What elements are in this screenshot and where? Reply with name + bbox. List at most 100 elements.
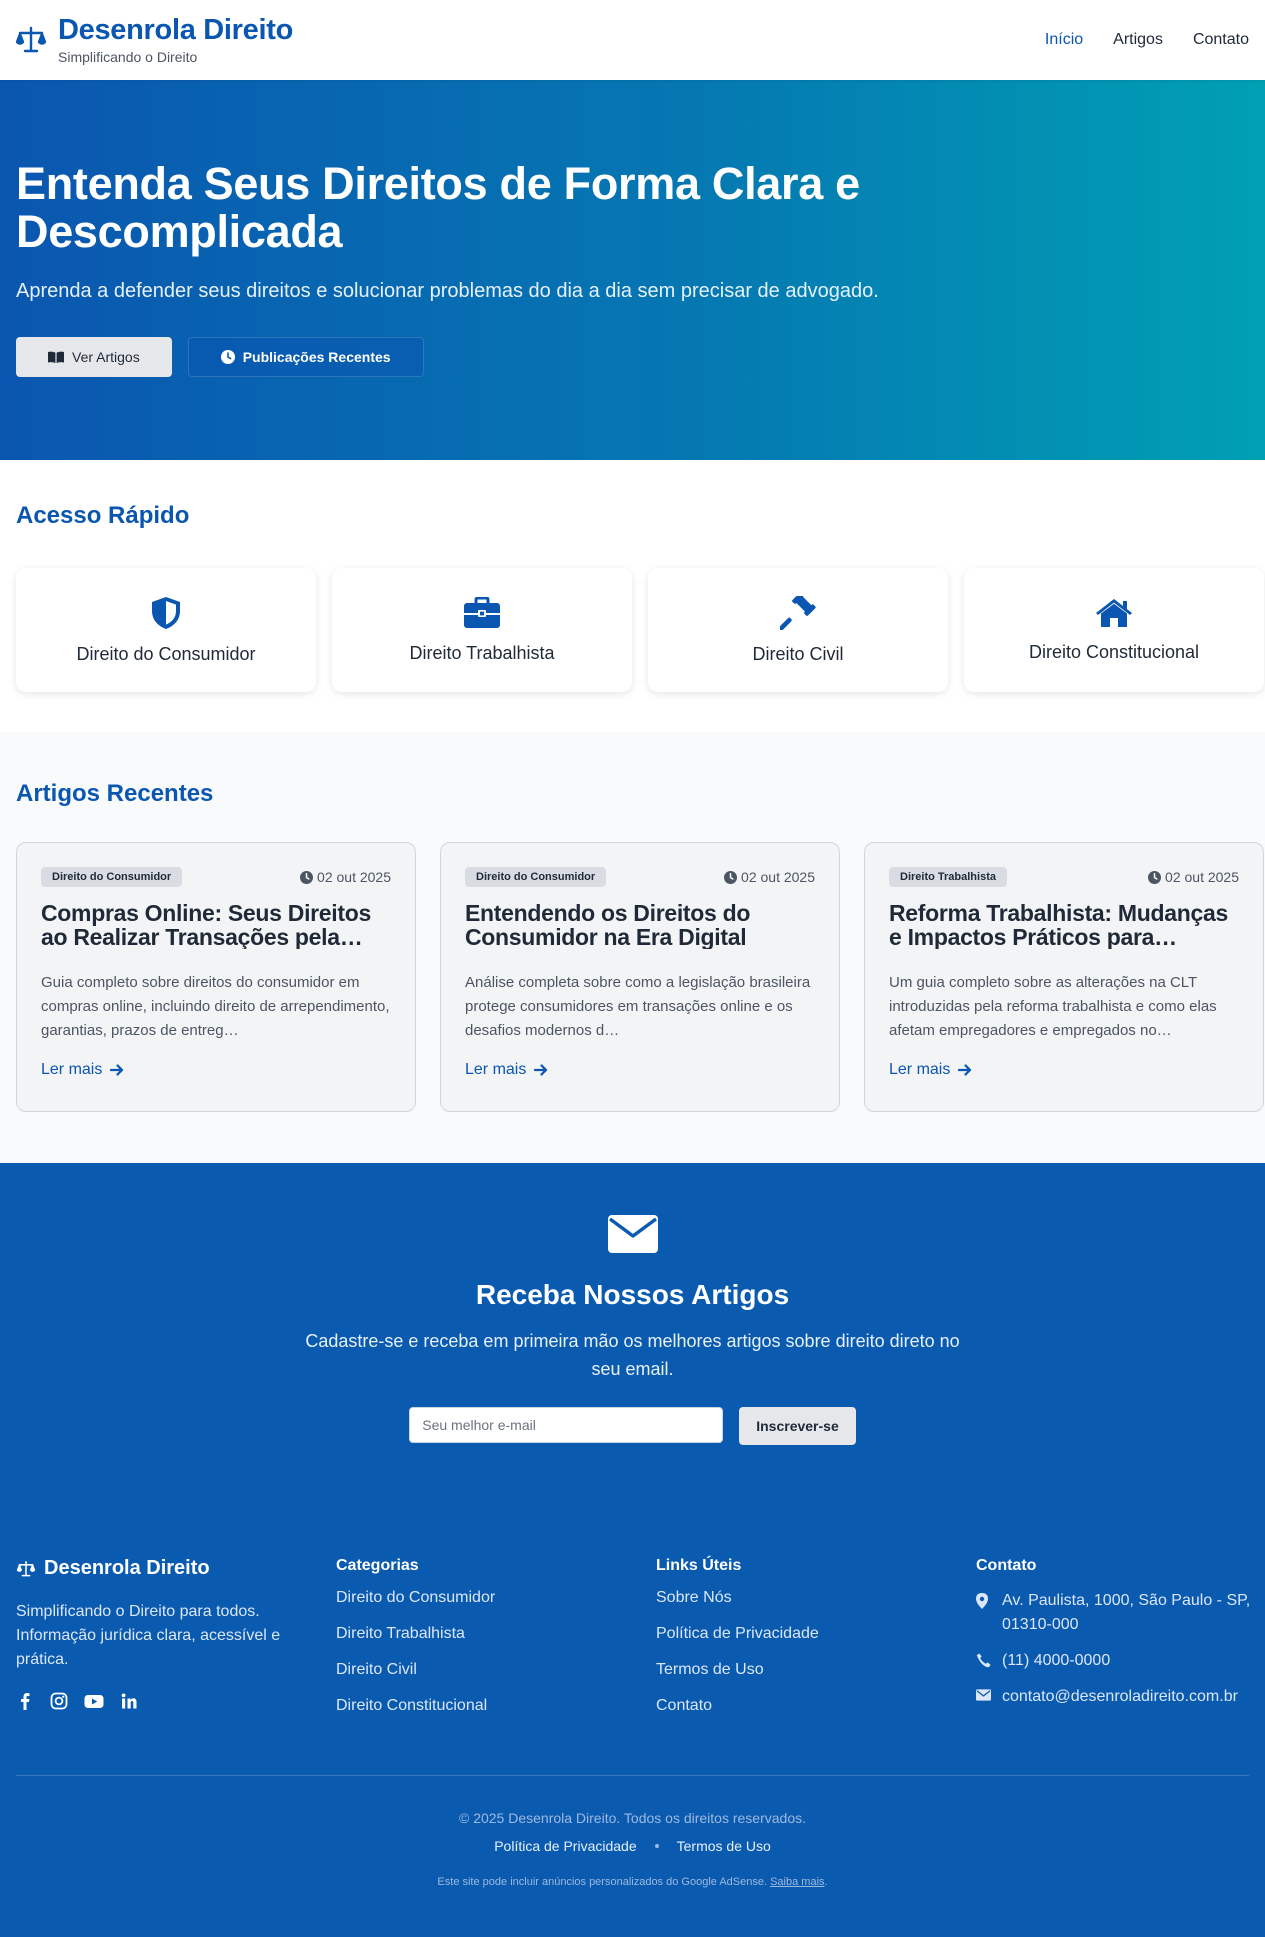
footer-bottom: © 2025 Desenrola Direito. Todos os direi… [16,1776,1249,1888]
article-card[interactable]: Direito do Consumidor 02 out 2025 Compra… [16,842,416,1112]
brand[interactable]: Desenrola Direito Simplificando o Direit… [16,14,294,65]
footer-link[interactable]: Política de Privacidade [656,1625,976,1661]
article-description: Guia completo sobre direitos do consumid… [41,974,390,1039]
separator-dot [654,1844,659,1848]
envelope-icon [976,1689,992,1709]
envelope-icon [607,1215,658,1253]
arrow-right-icon [958,1064,972,1076]
hero-title: Entenda Seus Direitos de Forma Clara e D… [16,158,860,257]
briefcase-icon [463,596,501,629]
instagram-icon[interactable] [50,1692,68,1710]
quick-card-consumidor[interactable]: Direito do Consumidor [16,568,316,692]
article-description: Um guia completo sobre as alterações na … [889,974,1217,1039]
brand-title: Desenrola Direito [58,14,294,47]
read-more-label: Ler mais [889,1061,951,1078]
read-more-label: Ler mais [465,1061,527,1078]
footer-link[interactable]: Termos de Uso [656,1661,976,1697]
read-more-label: Ler mais [41,1061,103,1078]
read-more-link[interactable]: Ler mais [889,1061,1239,1079]
linkedin-icon[interactable] [120,1692,138,1710]
arrow-right-icon [110,1064,124,1076]
footer-contact-column: Contato Av. Paulista, 1000, São Paulo - … [976,1557,1265,1733]
phone-icon [976,1653,992,1673]
youtube-icon[interactable] [84,1692,104,1710]
newsletter-title: Receba Nossos Artigos [475,1279,790,1310]
article-card[interactable]: Direito Trabalhista 02 out 2025 Reforma … [864,842,1264,1112]
contact-phone-text: (11) 4000-0000 [1002,1652,1111,1669]
footer-links-column: Links Úteis Sobre Nós Política de Privac… [656,1557,976,1733]
recent-publications-button[interactable]: Publicações Recentes [187,337,424,377]
footer-link[interactable]: Sobre Nós [656,1589,976,1625]
article-date-text: 02 out 2025 [317,869,391,885]
newsletter-text: Cadastre-se e receba em primeira mão os … [305,1331,960,1379]
contact-phone[interactable]: (11) 4000-0000 [976,1649,1265,1673]
quick-card-civil[interactable]: Direito Civil [648,568,948,692]
quick-access-title: Acesso Rápido [16,502,190,529]
view-articles-label: Ver Artigos [72,349,140,365]
terms-link[interactable]: Termos de Uso [677,1838,771,1854]
email-field[interactable] [409,1407,724,1443]
quick-card-label: Direito Constitucional [1028,641,1200,662]
clock-icon [300,870,314,884]
hero-subtitle: Aprenda a defender seus direitos e soluc… [16,280,879,302]
house-icon [1095,598,1133,628]
contact-address: Av. Paulista, 1000, São Paulo - SP, 0131… [976,1589,1265,1637]
view-articles-button[interactable]: Ver Artigos [16,337,172,377]
contact-email[interactable]: contato@desenroladireito.com.br [976,1685,1265,1709]
article-card[interactable]: Direito do Consumidor 02 out 2025 Entend… [440,842,840,1112]
quick-card-label: Direito do Consumidor [76,643,256,664]
nav-inicio[interactable]: Início [1045,31,1083,49]
footer-link[interactable]: Direito Trabalhista [336,1625,656,1661]
footer-categories-column: Categorias Direito do Consumidor Direito… [336,1557,656,1733]
contact-address-text: Av. Paulista, 1000, São Paulo - SP, 0131… [1002,1592,1251,1633]
nav-artigos[interactable]: Artigos [1113,31,1163,49]
nav-contato[interactable]: Contato [1193,31,1249,49]
read-more-link[interactable]: Ler mais [41,1061,391,1079]
article-title[interactable]: Entendendo os Direitos do Consumidor na … [465,901,815,949]
privacy-policy-link[interactable]: Política de Privacidade [494,1838,636,1854]
newsletter-section: Receba Nossos Artigos Cadastre-se e rece… [0,1163,1265,1503]
footer-contact-title: Contato [976,1557,1037,1574]
map-pin-icon [976,1593,992,1637]
hero-section: Entenda Seus Direitos de Forma Clara e D… [0,80,1265,460]
scale-balance-icon [16,25,46,55]
adsense-notice: Este site pode incluir anúncios personal… [16,1876,1249,1888]
category-badge[interactable]: Direito do Consumidor [41,867,183,887]
subscribe-button[interactable]: Inscrever-se [739,1407,856,1445]
scale-balance-icon [16,1560,36,1578]
quick-card-trabalhista[interactable]: Direito Trabalhista [332,568,632,692]
footer-link[interactable]: Contato [656,1697,976,1733]
site-header: Desenrola Direito Simplificando o Direit… [0,0,1265,80]
footer-brand-name: Desenrola Direito [44,1557,210,1579]
footer-link[interactable]: Direito Civil [336,1661,656,1697]
contact-email-text: contato@desenroladireito.com.br [1002,1688,1238,1705]
quick-card-label: Direito Trabalhista [409,642,555,663]
quick-card-constitucional[interactable]: Direito Constitucional [964,568,1264,692]
footer-link[interactable]: Direito do Consumidor [336,1589,656,1625]
social-links [16,1692,336,1710]
book-open-icon [48,351,64,363]
article-title[interactable]: Compras Online: Seus Direitos ao Realiza… [41,901,391,949]
article-title[interactable]: Reforma Trabalhista: Mudanças e Impactos… [889,901,1239,949]
facebook-icon[interactable] [16,1692,34,1710]
gavel-icon [780,595,816,630]
article-date-text: 02 out 2025 [1165,869,1239,885]
shield-icon [150,596,182,630]
footer-link[interactable]: Direito Constitucional [336,1697,656,1733]
article-date: 02 out 2025 [300,869,391,885]
footer-brand[interactable]: Desenrola Direito [16,1557,336,1580]
recent-articles-title: Artigos Recentes [16,780,214,807]
read-more-link[interactable]: Ler mais [465,1061,815,1079]
newsletter-form: Inscrever-se [409,1407,856,1445]
adsense-end: . [824,1876,828,1888]
article-date: 02 out 2025 [724,869,815,885]
brand-subtitle: Simplificando o Direito [58,48,198,65]
footer-categories-title: Categorias [336,1557,419,1574]
category-badge[interactable]: Direito do Consumidor [465,867,607,887]
adsense-text: Este site pode incluir anúncios personal… [437,1876,768,1888]
footer-description: Simplificando o Direito para todos. Info… [16,1603,281,1668]
footer-brand-column: Desenrola Direito Simplificando o Direit… [16,1557,336,1733]
learn-more-link[interactable]: Saiba mais [770,1876,824,1888]
quick-card-label: Direito Civil [752,643,844,664]
category-badge[interactable]: Direito Trabalhista [889,867,1007,887]
